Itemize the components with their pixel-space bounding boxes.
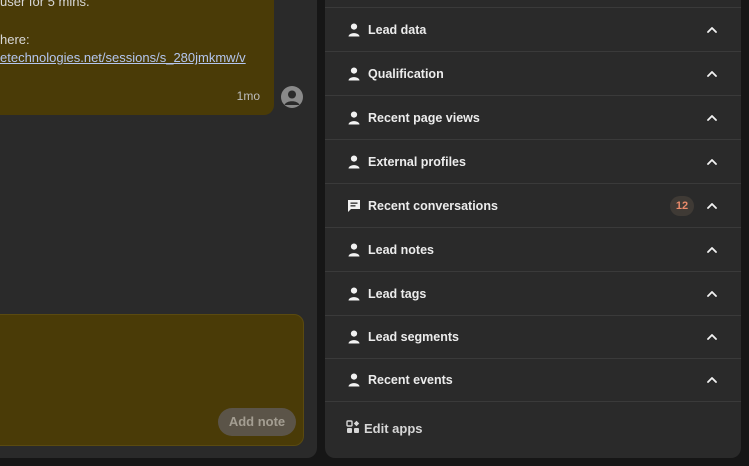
section-label: Recent page views xyxy=(368,110,480,125)
section-recent-conversations[interactable]: Recent conversations 12 xyxy=(325,184,741,228)
section-lead-notes[interactable]: Lead notes xyxy=(325,228,741,272)
conversation-count-badge: 12 xyxy=(670,195,694,216)
section-label: External profiles xyxy=(368,154,466,169)
add-note-button[interactable]: Add note xyxy=(218,408,296,436)
section-label: Recent conversations xyxy=(368,198,498,213)
note-text-line: here: xyxy=(0,32,30,47)
section-lead-segments[interactable]: Lead segments xyxy=(325,315,741,359)
lead-sidebar: Lead data Qualification Recent page view… xyxy=(325,0,741,458)
chevron-up-icon[interactable] xyxy=(704,372,720,388)
section-external-profiles[interactable]: External profiles xyxy=(325,140,741,184)
person-icon xyxy=(346,329,362,345)
person-icon xyxy=(346,372,362,388)
chevron-up-icon[interactable] xyxy=(704,22,720,38)
chat-icon xyxy=(346,198,362,214)
chevron-up-icon[interactable] xyxy=(704,66,720,82)
section-label: Lead notes xyxy=(368,242,434,257)
avatar xyxy=(281,86,303,108)
person-icon xyxy=(346,110,362,126)
person-icon xyxy=(346,242,362,258)
section-label: Lead tags xyxy=(368,286,427,301)
section-qualification[interactable]: Qualification xyxy=(325,52,741,96)
chevron-up-icon[interactable] xyxy=(704,242,720,258)
apps-grid-icon xyxy=(346,420,360,437)
section-recent-page-views[interactable]: Recent page views xyxy=(325,96,741,140)
person-icon xyxy=(346,66,362,82)
section-label: Lead segments xyxy=(368,329,460,344)
chevron-up-icon[interactable] xyxy=(704,110,720,126)
section-recent-events[interactable]: Recent events xyxy=(325,358,741,402)
note-text-line: user for 5 mins. xyxy=(0,0,90,9)
edit-apps-button[interactable]: Edit apps xyxy=(346,420,423,437)
person-icon xyxy=(346,154,362,170)
person-avatar-icon xyxy=(284,90,300,105)
section-lead-data[interactable]: Lead data xyxy=(325,8,741,52)
chevron-up-icon[interactable] xyxy=(704,286,720,302)
internal-note-bubble: user for 5 mins. here: etechnologies.net… xyxy=(0,0,274,115)
chevron-up-icon[interactable] xyxy=(704,154,720,170)
section-lead-tags[interactable]: Lead tags xyxy=(325,272,741,316)
section-label: Qualification xyxy=(368,66,444,81)
session-link[interactable]: etechnologies.net/sessions/s_280jmkmw/v xyxy=(0,50,246,65)
chevron-up-icon[interactable] xyxy=(704,198,720,214)
section-label: Recent events xyxy=(368,372,453,387)
section-label: Lead data xyxy=(368,22,427,37)
message-timestamp: 1mo xyxy=(236,89,260,103)
chevron-up-icon[interactable] xyxy=(704,329,720,345)
person-icon xyxy=(346,22,362,38)
person-icon xyxy=(346,286,362,302)
edit-apps-label: Edit apps xyxy=(364,421,423,436)
conversation-pane: user for 5 mins. here: etechnologies.net… xyxy=(0,0,317,458)
